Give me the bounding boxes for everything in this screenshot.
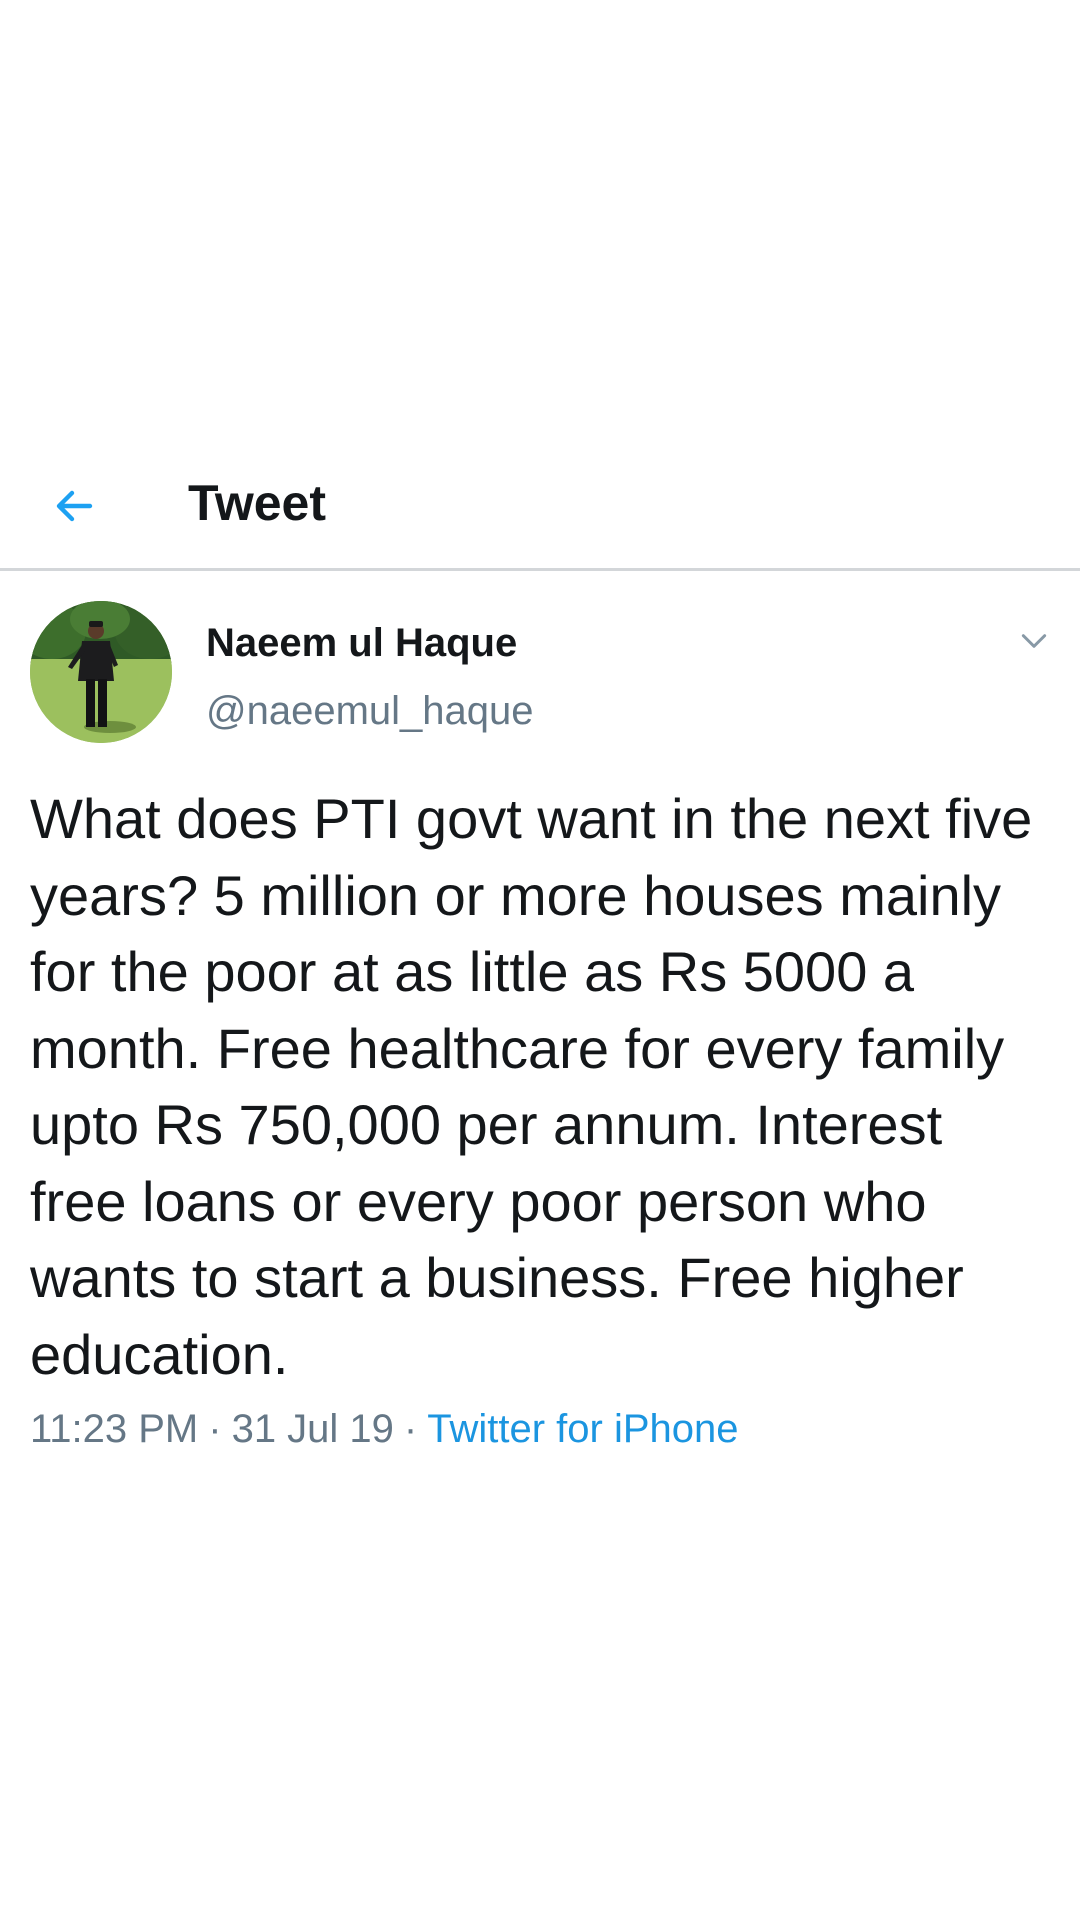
tweet-source-link[interactable]: Twitter for iPhone [427, 1407, 738, 1451]
tweet-time: 11:23 PM [30, 1407, 199, 1451]
tweet: Naeem ul Haque @naeemul_haque What does … [0, 571, 1080, 1471]
meta-separator: · [403, 1407, 418, 1451]
tweet-menu-button[interactable] [1012, 619, 1056, 663]
author-handle[interactable]: @naeemul_haque [206, 685, 534, 737]
profile-photo [30, 601, 172, 743]
author-name[interactable]: Naeem ul Haque [206, 617, 517, 669]
top-bar: Tweet [0, 440, 1080, 570]
arrow-left-icon [56, 490, 93, 522]
avatar[interactable] [30, 601, 172, 743]
tweet-meta: 11:23 PM · 31 Jul 19 · Twitter for iPhone [30, 1403, 739, 1455]
status-area [0, 0, 1080, 440]
tweet-date: 31 Jul 19 [231, 1407, 394, 1451]
tweet-text: What does PTI govt want in the next five… [30, 787, 1033, 1386]
chevron-down-icon [1021, 634, 1047, 648]
back-button[interactable] [40, 472, 108, 540]
page-title: Tweet [188, 475, 326, 531]
meta-separator: · [208, 1407, 222, 1451]
